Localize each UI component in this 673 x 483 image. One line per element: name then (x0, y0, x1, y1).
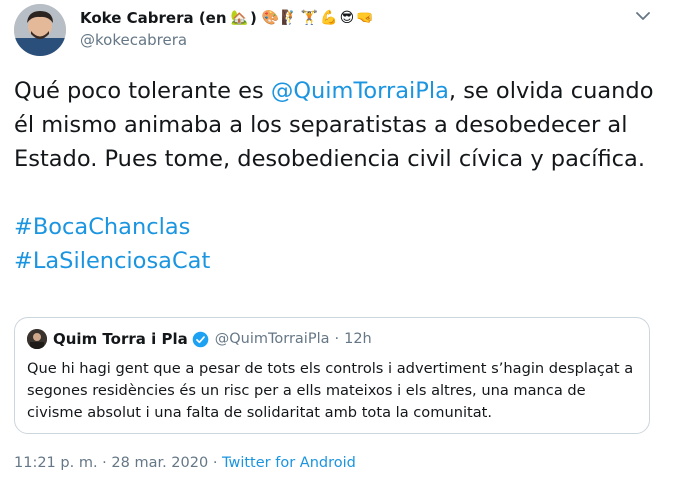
climber-emoji-icon: 🧗 (281, 10, 299, 26)
author-handle[interactable]: @kokecabrera (80, 31, 187, 49)
tweet-text-before: Qué poco tolerante es (14, 78, 271, 104)
weightlifter-emoji-icon: 🏋 (300, 10, 319, 26)
quoted-author-name: Quim Torra i Pla (53, 330, 188, 348)
flexed-biceps-emoji-icon: 💪 (320, 10, 338, 26)
author-avatar[interactable] (14, 4, 66, 56)
tweet-source-link[interactable]: Twitter for Android (222, 455, 356, 471)
fist-emoji-icon: 🤜 (356, 10, 374, 26)
palette-emoji-icon: 🎨 (261, 10, 280, 26)
verified-badge-icon (192, 331, 209, 348)
author-name-row: Koke Cabrera (en 🏡 ) 🎨 🧗 🏋 💪 😎 🤜 (80, 9, 376, 27)
tweet-metadata: 11:21 p. m. · 28 mar. 2020 · Twitter for… (14, 455, 356, 471)
tweet-body: Qué poco tolerante es @QuimTorraiPla, se… (14, 74, 664, 176)
closing-paren: ) (249, 9, 257, 27)
quoted-author-avatar (27, 329, 47, 349)
hashtag-link[interactable]: #LaSilenciosaCat (14, 248, 210, 274)
chevron-down-icon[interactable] (633, 8, 653, 24)
quoted-author-handle: @QuimTorraiPla (214, 331, 330, 347)
quoted-tweet-header: Quim Torra i Pla @QuimTorraiPla · 12h (27, 329, 372, 349)
hashtag-line: #LaSilenciosaCat (14, 244, 664, 278)
author-name[interactable]: Koke Cabrera (en (80, 9, 227, 27)
author-name-emoji: 🏡 ) 🎨 🧗 🏋 💪 😎 🤜 (231, 9, 376, 27)
tweet-timestamp[interactable]: 11:21 p. m. · 28 mar. 2020 (14, 455, 208, 471)
sunglasses-emoji-icon: 😎 (339, 10, 355, 26)
metadata-separator: · (212, 455, 218, 471)
house-emoji-icon: 🏡 (230, 10, 248, 26)
quoted-tweet-text: Que hi hagi gent que a pesar de tots els… (27, 360, 634, 421)
hashtag-link[interactable]: #BocaChanclas (14, 214, 190, 240)
tweet-text: Qué poco tolerante es @QuimTorraiPla, se… (14, 74, 664, 278)
quoted-separator-dot: · (334, 331, 340, 347)
quoted-timestamp: 12h (344, 331, 372, 347)
quoted-tweet-card[interactable]: Quim Torra i Pla @QuimTorraiPla · 12h Qu… (14, 317, 650, 434)
mention-link[interactable]: @QuimTorraiPla (271, 78, 449, 104)
hashtag-line: #BocaChanclas (14, 210, 664, 244)
